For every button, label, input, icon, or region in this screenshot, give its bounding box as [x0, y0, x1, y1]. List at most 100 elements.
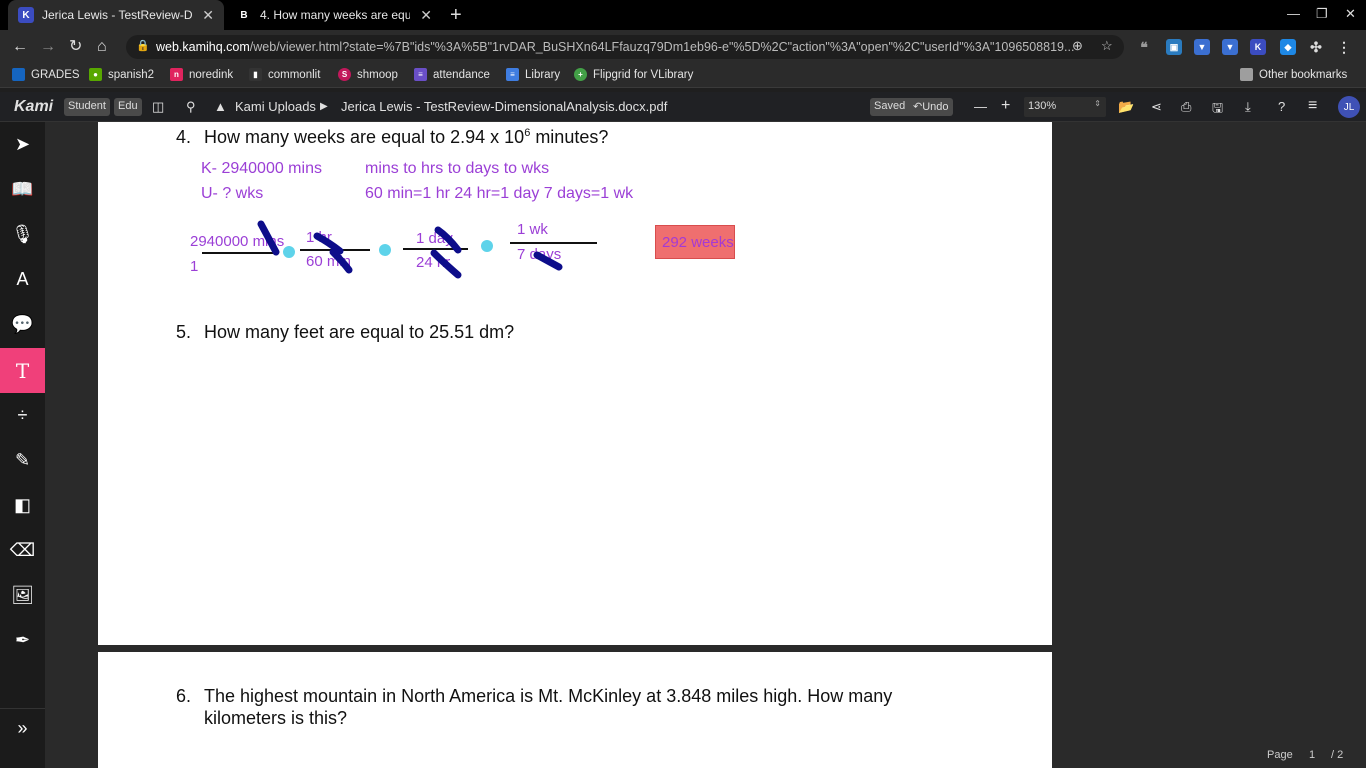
diamond-extension-icon[interactable]: ◆ [1280, 39, 1296, 55]
minimize-icon[interactable]: — [1287, 6, 1300, 21]
open-folder-icon[interactable]: 📂 [1118, 99, 1134, 115]
noredink-icon: n [170, 68, 183, 81]
bookmark-grades[interactable]: GRADES [12, 68, 80, 81]
answer-box[interactable]: 292 weeks [655, 225, 735, 259]
equation-tool-icon[interactable]: ÷ [0, 393, 45, 438]
question-text: How many feet are equal to 25.51 dm? [204, 322, 515, 342]
question-number: 5. [176, 322, 192, 342]
stepper-icon: ⇕ [1094, 99, 1101, 108]
signature-tool-icon[interactable]: ✒ [0, 618, 45, 663]
quote-extension-icon[interactable]: ❝ [1136, 39, 1152, 55]
dictionary-tool-icon[interactable]: 📖 [0, 167, 45, 212]
kami-icon: K [18, 7, 34, 23]
bookmark-label: GRADES [31, 68, 80, 81]
zoom-value: 130% [1028, 100, 1057, 112]
question-6-line-2: kilometers is this? [204, 708, 348, 728]
shmoop-icon: S [338, 68, 351, 81]
note-path[interactable]: mins to hrs to days to wks [365, 160, 549, 178]
page-2: 6. The highest mountain in North America… [98, 652, 1052, 768]
bookmark-flipgrid[interactable]: + Flipgrid for VLibrary [574, 68, 693, 81]
speech-tool-icon[interactable]: 🎙 [0, 212, 45, 257]
tab-kami[interactable]: K Jerica Lewis - TestReview-Dimen ✕ [8, 0, 224, 30]
download-icon[interactable]: ⤓ [1245, 99, 1251, 115]
page-1: 4. How many weeks are equal to 2.94 x 10… [98, 122, 1052, 645]
note-unknown[interactable]: U- ? wks [201, 185, 263, 203]
tab-strip: K Jerica Lewis - TestReview-Dimen ✕ B 4.… [0, 0, 1366, 30]
other-bookmarks[interactable]: Other bookmarks [1240, 68, 1347, 81]
note-conversions[interactable]: 60 min=1 hr 24 hr=1 day 7 days=1 wk [365, 185, 633, 203]
tab-question[interactable]: B 4. How many weeks are equal to ✕ [226, 0, 442, 30]
bold-b-icon: B [240, 9, 248, 21]
kami-logo: Kami [14, 98, 54, 115]
question-number: 4. [176, 127, 192, 147]
zoom-out-icon[interactable]: — [974, 99, 987, 114]
kami-extension-icon[interactable]: K [1250, 39, 1266, 55]
forward-icon[interactable]: → [40, 38, 56, 56]
bookmark-shmoop[interactable]: Sshmoop [338, 68, 398, 81]
note-known[interactable]: K- 2940000 mins [201, 160, 322, 178]
shield-extension-icon[interactable]: ▼ [1222, 39, 1238, 55]
breadcrumb-folder[interactable]: Kami Uploads [235, 99, 316, 114]
bookmark-attendance[interactable]: ≡ attendance [414, 68, 490, 81]
select-tool-icon[interactable]: ➤ [0, 122, 45, 167]
zoom-in-icon[interactable]: + [1001, 97, 1010, 115]
bookmark-spanish2[interactable]: ● spanish2 [89, 68, 154, 81]
expand-toolbar-icon[interactable]: » [0, 708, 45, 748]
menu-dots-icon[interactable]: ⋮ [1336, 39, 1352, 55]
shapes-tool-icon[interactable]: ◧ [0, 483, 45, 528]
undo-button[interactable]: ↶Undo [909, 98, 953, 116]
tab-title: 4. How many weeks are equal to [260, 8, 410, 22]
address-bar[interactable]: 🔒 web.kamihq.com/web/viewer.html?state=%… [126, 35, 1124, 59]
bookmark-library[interactable]: ≡ Library [506, 68, 560, 81]
hamburger-menu-icon[interactable]: ≡ [1308, 97, 1317, 115]
close-tab-icon[interactable]: ✕ [420, 7, 432, 24]
comment-tool-icon[interactable]: 💬 [0, 302, 45, 347]
text-tool-icon[interactable]: T [0, 348, 45, 393]
fraction-1-bottom[interactable]: 1 [190, 258, 198, 275]
question-text-end: minutes? [530, 127, 609, 147]
bookmark-label: commonlit [268, 68, 321, 81]
bookmark-label: Other bookmarks [1259, 68, 1348, 81]
file-name[interactable]: Jerica Lewis - TestReview-DimensionalAna… [341, 99, 667, 114]
highlight-tool-icon[interactable]: A [0, 257, 45, 302]
star-icon[interactable]: ☆ [1101, 38, 1113, 54]
back-icon[interactable]: ← [12, 38, 28, 56]
edu-chip: Edu [114, 98, 142, 116]
chevron-right-icon: ▶ [320, 101, 328, 112]
restore-icon[interactable]: ❐ [1316, 6, 1328, 22]
print-icon[interactable]: ⎙ [1181, 99, 1191, 115]
eraser-tool-icon[interactable]: ⌫ [0, 528, 45, 573]
doc-icon: ≡ [506, 68, 519, 81]
page-total: / 2 [1331, 749, 1344, 761]
help-icon[interactable]: ? [1278, 99, 1285, 114]
shield-extension-icon[interactable]: ▼ [1194, 39, 1210, 55]
add-image-tool-icon[interactable]: 🖼 [0, 573, 45, 618]
home-icon[interactable]: ⌂ [97, 38, 107, 56]
undo-label: Undo [922, 101, 949, 113]
list-icon: ≡ [414, 68, 427, 81]
url-path: /web/viewer.html?state=%7B"ids"%3A%5B"1r… [249, 40, 1075, 54]
share-icon[interactable]: ⋖ [1151, 99, 1162, 115]
bookmark-commonlit[interactable]: ▮ commonlit [249, 68, 320, 81]
page-current-input[interactable]: 1 [1309, 749, 1315, 761]
bookmark-label: Library [525, 68, 561, 81]
puzzle-icon[interactable]: ✣ [1308, 39, 1324, 55]
image-extension-icon[interactable]: ▣ [1166, 39, 1182, 55]
add-icon[interactable]: ⊕ [1072, 38, 1083, 54]
zoom-select[interactable]: 130% ⇕ [1024, 97, 1106, 117]
new-tab-icon[interactable]: + [450, 4, 462, 27]
bookmark-label: spanish2 [108, 68, 155, 81]
navigation-bar: ← → ↻ ⌂ 🔒 web.kamihq.com/web/viewer.html… [0, 30, 1366, 64]
question-text-line-1: The highest mountain in North America is… [204, 686, 893, 706]
search-icon[interactable]: ⚲ [186, 99, 196, 115]
drawing-tool-icon[interactable]: ✎ [0, 438, 45, 483]
bookmark-noredink[interactable]: n noredink [170, 68, 233, 81]
close-tab-icon[interactable]: ✕ [202, 7, 214, 24]
save-icon[interactable]: 🖫 [1212, 99, 1223, 121]
tool-rail: ➤ 📖 🎙 A 💬 T ÷ ✎ ◧ ⌫ 🖼 ✒ » [0, 122, 45, 768]
avatar[interactable]: JL [1338, 96, 1360, 118]
close-window-icon[interactable]: ✕ [1345, 6, 1356, 22]
sidebar-toggle-icon[interactable]: ◫ [152, 99, 164, 115]
bookmark-label: Flipgrid for VLibrary [593, 68, 694, 81]
reload-icon[interactable]: ↻ [69, 38, 82, 56]
